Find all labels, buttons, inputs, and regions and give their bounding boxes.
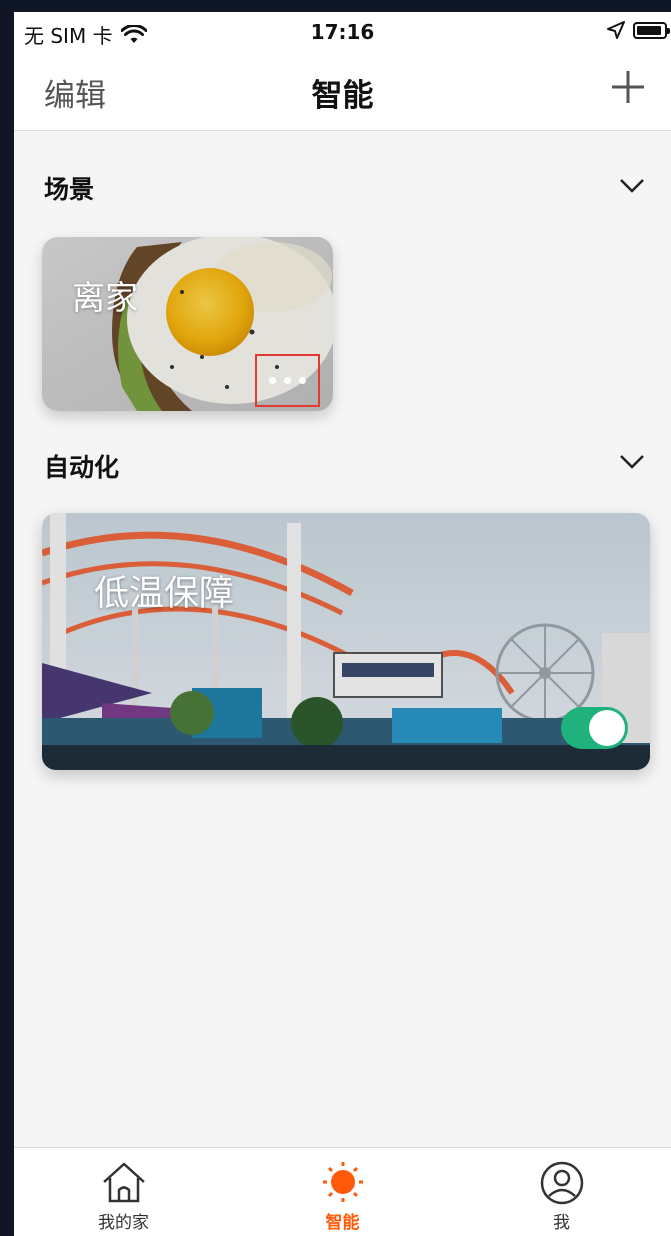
automation-toggle[interactable] (561, 707, 628, 749)
chevron-down-icon[interactable] (619, 178, 645, 194)
toggle-knob (589, 710, 625, 746)
home-icon (102, 1162, 145, 1203)
status-bar: 无 SIM 卡 17:16 (14, 12, 671, 54)
page-title: 智能 (311, 78, 374, 114)
automation-name: 低温保障 (94, 574, 235, 614)
tab-label-home: 我的家 (98, 1213, 149, 1233)
section-title-automation: 自动化 (44, 453, 120, 482)
nav-bar: 编辑 智能 (14, 54, 671, 131)
scene-card[interactable]: 离家 (42, 237, 333, 411)
tab-label-smart: 智能 (325, 1213, 360, 1233)
tab-me[interactable]: 我 (452, 1148, 671, 1236)
person-icon (540, 1161, 583, 1205)
battery-icon (633, 21, 670, 39)
phone-screen: 无 SIM 卡 17:16 编辑 智能 场景 离家 自动化 低温保障 我的家 智… (14, 12, 671, 1236)
scene-more-button[interactable] (255, 354, 320, 407)
chevron-down-icon[interactable] (619, 454, 645, 470)
sun-icon (322, 1162, 363, 1202)
automation-card[interactable]: 低温保障 (42, 513, 650, 770)
status-time: 17:16 (310, 20, 375, 44)
tab-label-me: 我 (553, 1213, 570, 1233)
tab-bar: 我的家 智能 我 (14, 1147, 671, 1236)
device-frame (0, 0, 671, 12)
ellipsis-icon-dot (269, 377, 276, 384)
tab-smart[interactable]: 智能 (233, 1148, 452, 1236)
plus-icon[interactable] (609, 68, 647, 106)
section-title-scenes: 场景 (44, 175, 95, 204)
location-arrow-icon (607, 21, 625, 39)
scene-name: 离家 (72, 278, 138, 317)
ellipsis-icon-dot (299, 377, 306, 384)
status-right (607, 21, 670, 39)
ellipsis-icon-dot (284, 377, 291, 384)
tab-home[interactable]: 我的家 (14, 1148, 233, 1236)
automation-card-image (42, 513, 650, 770)
